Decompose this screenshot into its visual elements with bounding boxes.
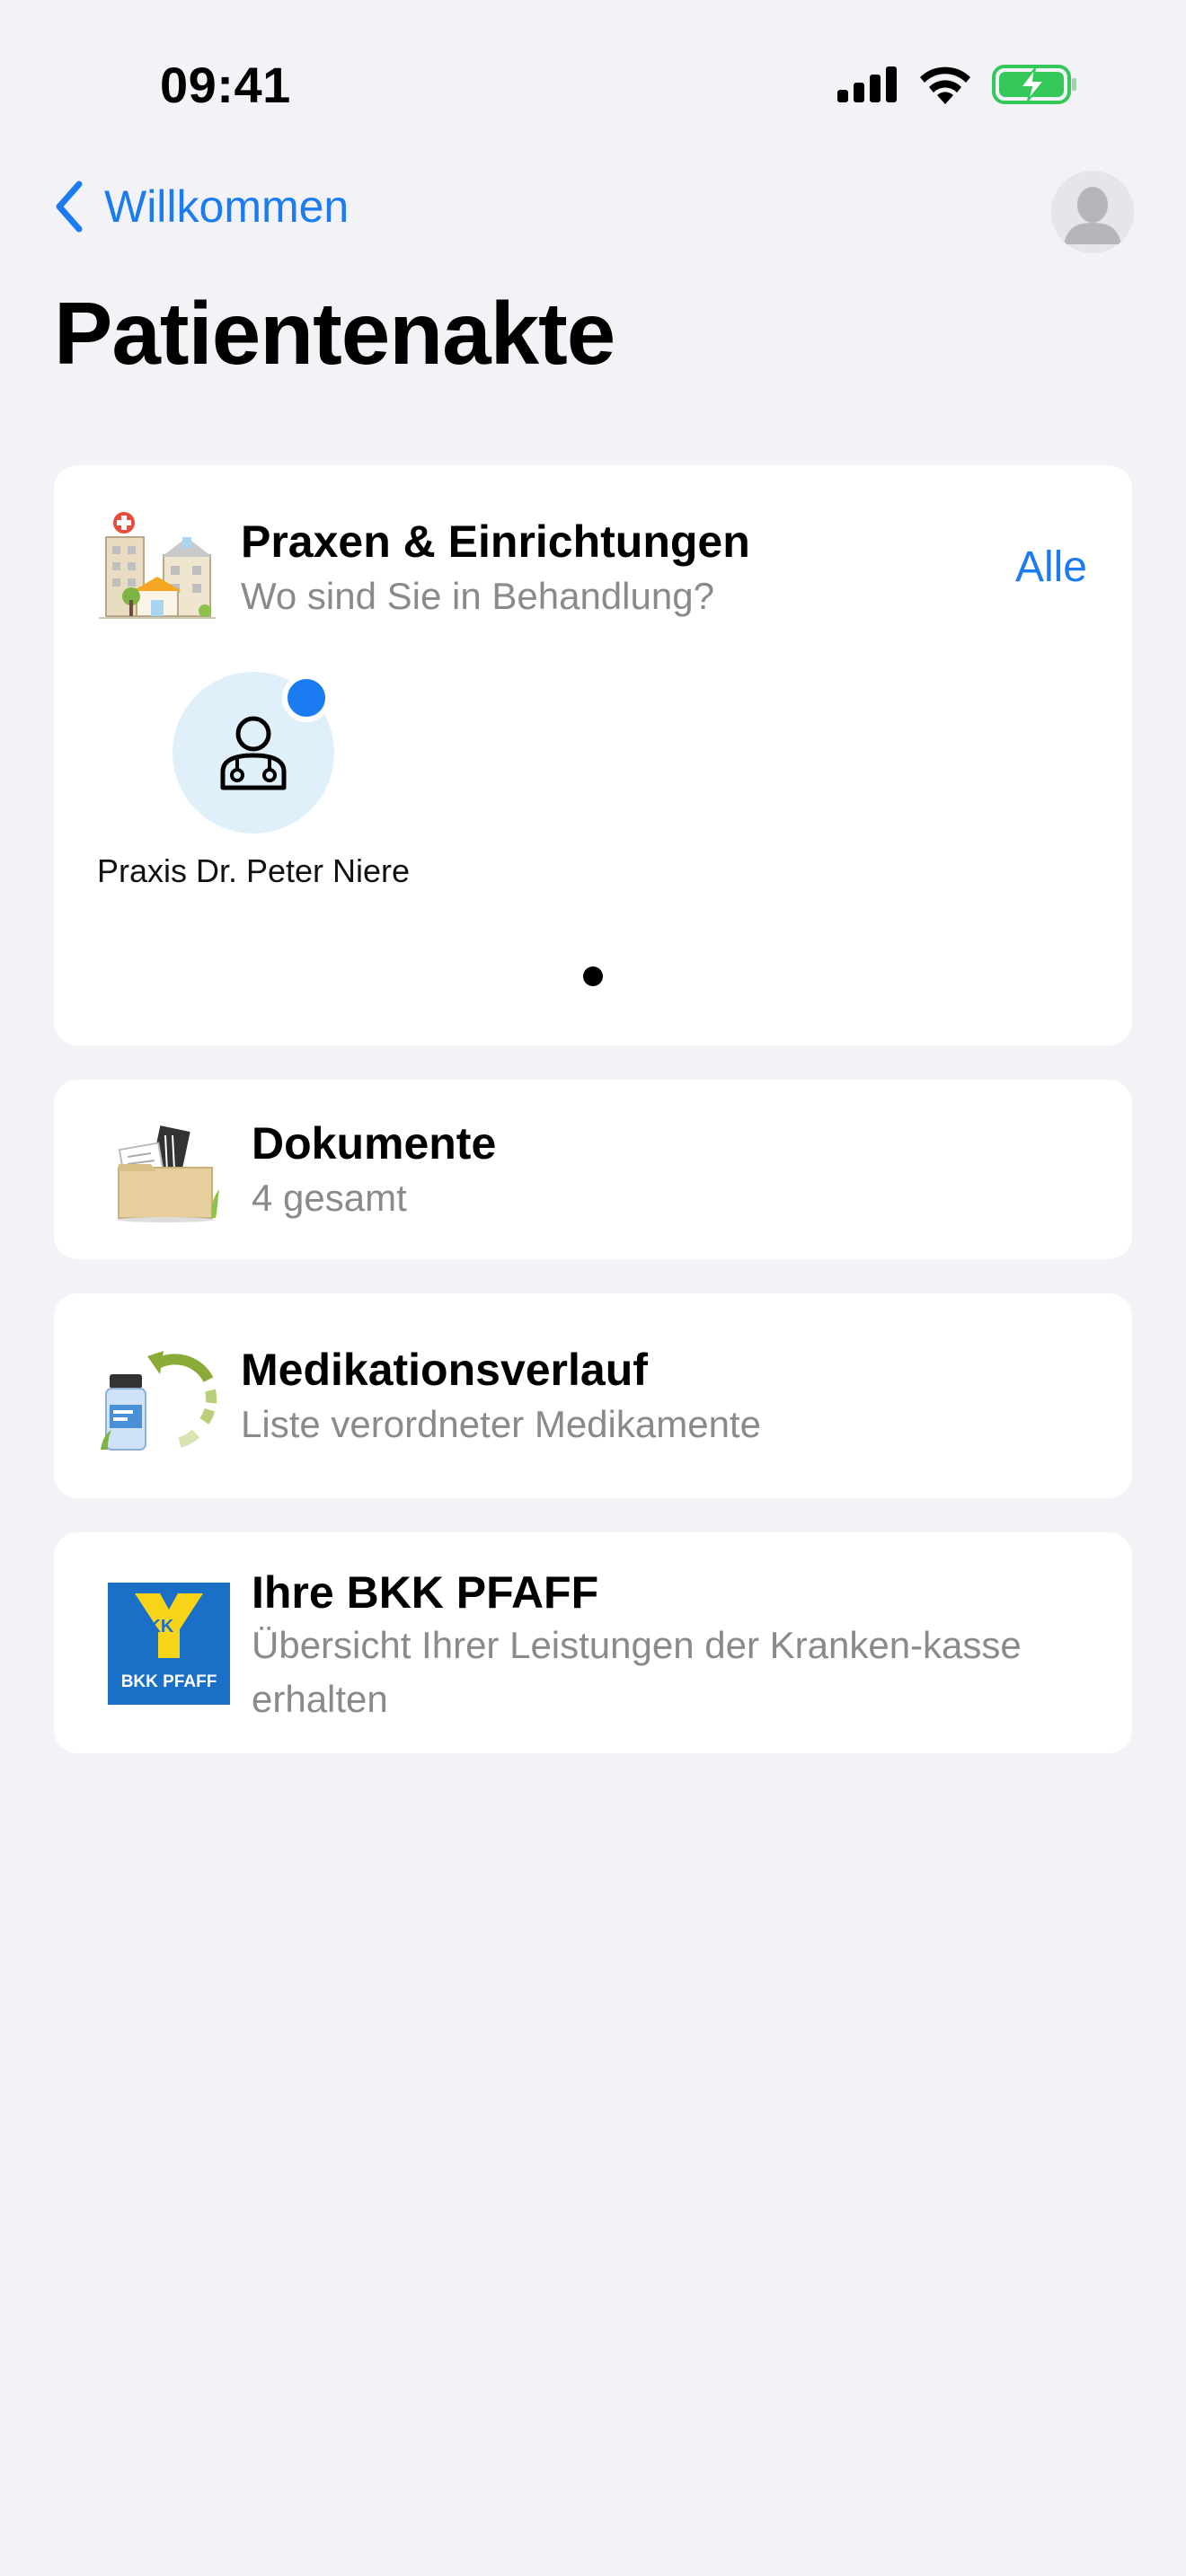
doctor-icon — [220, 716, 287, 790]
buildings-icon — [99, 512, 216, 619]
page-indicator-dot — [583, 966, 603, 986]
status-time: 09:41 — [160, 57, 291, 113]
insurance-card[interactable]: BKK BKK PFAFF Ihre BKK PFAFF Übersicht I… — [54, 1532, 1132, 1753]
chevron-left-icon — [56, 181, 83, 233]
practices-card: Praxen & Einrichtungen Wo sind Sie in Be… — [54, 465, 1132, 1045]
status-icons — [837, 65, 1078, 104]
medication-card[interactable]: Medikationsverlauf Liste verordneter Med… — [54, 1293, 1132, 1498]
bkk-logo-bottom-text: BKK PFAFF — [120, 1672, 217, 1691]
documents-card[interactable]: Dokumente 4 gesamt — [54, 1080, 1132, 1259]
practices-card-subtitle: Wo sind Sie in Behandlung? — [241, 575, 714, 617]
page-title: Patientenakte — [54, 284, 615, 383]
documents-card-title: Dokumente — [252, 1118, 497, 1169]
back-button[interactable]: Willkommen — [54, 180, 349, 234]
documents-folder-icon — [117, 1125, 219, 1222]
practice-item-name: Praxis Dr. Peter Niere — [96, 852, 411, 889]
medication-card-title: Medikationsverlauf — [241, 1345, 648, 1395]
status-bar: 09:41 — [0, 0, 1186, 162]
documents-card-subtitle: 4 gesamt — [252, 1177, 407, 1219]
show-all-practices-link[interactable]: Alle — [1015, 543, 1087, 592]
bkk-pfaff-logo: BKK BKK PFAFF — [108, 1583, 230, 1705]
cellular-signal-icon — [837, 66, 897, 102]
insurance-card-subtitle: Übersicht Ihrer Leistungen der Kranken-k… — [252, 1624, 1022, 1720]
battery-charging-icon — [992, 65, 1076, 104]
unread-badge — [282, 674, 331, 722]
wifi-icon — [920, 66, 970, 104]
person-silhouette-icon — [1051, 171, 1134, 253]
medication-bottle-icon — [101, 1351, 217, 1451]
profile-avatar-button[interactable] — [1051, 171, 1134, 253]
medication-card-subtitle: Liste verordneter Medikamente — [241, 1403, 761, 1445]
insurance-card-title: Ihre BKK PFAFF — [252, 1567, 599, 1618]
navigation-bar: Willkommen — [0, 171, 1186, 253]
bkk-logo-top-text: BKK — [135, 1617, 174, 1636]
back-button-label: Willkommen — [104, 181, 350, 232]
practices-card-title: Praxen & Einrichtungen — [241, 516, 750, 567]
